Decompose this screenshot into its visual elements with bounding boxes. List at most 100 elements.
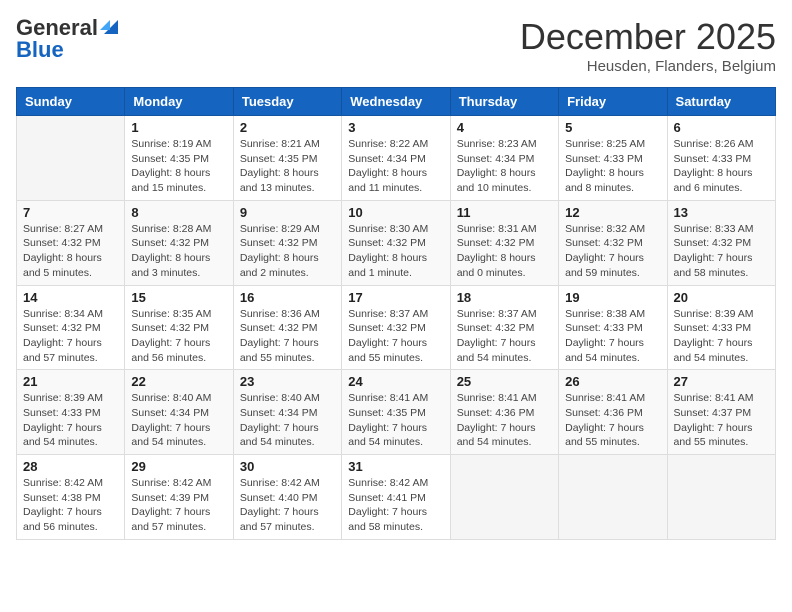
day-number: 27 — [674, 374, 769, 389]
day-info: Sunrise: 8:32 AM Sunset: 4:32 PM Dayligh… — [565, 222, 660, 281]
day-number: 1 — [131, 120, 226, 135]
calendar-cell: 28 Sunrise: 8:42 AM Sunset: 4:38 PM Dayli… — [17, 455, 125, 540]
day-info: Sunrise: 8:41 AM Sunset: 4:35 PM Dayligh… — [348, 391, 443, 450]
weekday-header: Thursday — [450, 88, 558, 116]
calendar-week-row: 7 Sunrise: 8:27 AM Sunset: 4:32 PM Daylig… — [17, 200, 776, 285]
day-info: Sunrise: 8:27 AM Sunset: 4:32 PM Dayligh… — [23, 222, 118, 281]
calendar-week-row: 14 Sunrise: 8:34 AM Sunset: 4:32 PM Dayli… — [17, 285, 776, 370]
calendar-cell: 25Sunrise: 8:41 AM Sunset: 4:36 PM Dayli… — [450, 370, 558, 455]
calendar-cell: 16 Sunrise: 8:36 AM Sunset: 4:32 PM Dayli… — [233, 285, 341, 370]
day-info: Sunrise: 8:31 AM Sunset: 4:32 PM Dayligh… — [457, 222, 552, 281]
day-number: 7 — [23, 205, 118, 220]
calendar-cell: 14 Sunrise: 8:34 AM Sunset: 4:32 PM Dayli… — [17, 285, 125, 370]
day-info: Sunrise: 8:42 AM Sunset: 4:38 PM Dayligh… — [23, 476, 118, 535]
calendar-header-row: SundayMondayTuesdayWednesdayThursdayFrid… — [17, 88, 776, 116]
day-info: Sunrise: 8:41 AM Sunset: 4:37 PM Dayligh… — [674, 391, 769, 450]
page-header: General Blue December 2025 Heusden, Flan… — [16, 16, 776, 75]
day-info: Sunrise: 8:34 AM Sunset: 4:32 PM Dayligh… — [23, 307, 118, 366]
calendar-cell: 3Sunrise: 8:22 AM Sunset: 4:34 PM Daylig… — [342, 116, 450, 201]
weekday-header: Tuesday — [233, 88, 341, 116]
day-info: Sunrise: 8:41 AM Sunset: 4:36 PM Dayligh… — [565, 391, 660, 450]
calendar-cell: 24 Sunrise: 8:41 AM Sunset: 4:35 PM Dayli… — [342, 370, 450, 455]
weekday-header: Sunday — [17, 88, 125, 116]
day-info: Sunrise: 8:29 AM Sunset: 4:32 PM Dayligh… — [240, 222, 335, 281]
calendar-cell: 6 Sunrise: 8:26 AM Sunset: 4:33 PM Daylig… — [667, 116, 775, 201]
day-number: 25 — [457, 374, 552, 389]
calendar-cell: 9 Sunrise: 8:29 AM Sunset: 4:32 PM Daylig… — [233, 200, 341, 285]
calendar-cell: 2 Sunrise: 8:21 AM Sunset: 4:35 PM Daylig… — [233, 116, 341, 201]
weekday-header: Friday — [559, 88, 667, 116]
calendar-cell: 5 Sunrise: 8:25 AM Sunset: 4:33 PM Daylig… — [559, 116, 667, 201]
day-info: Sunrise: 8:39 AM Sunset: 4:33 PM Dayligh… — [674, 307, 769, 366]
day-info: Sunrise: 8:42 AM Sunset: 4:39 PM Dayligh… — [131, 476, 226, 535]
day-number: 26 — [565, 374, 660, 389]
day-info: Sunrise: 8:23 AM Sunset: 4:34 PM Dayligh… — [457, 137, 552, 196]
day-number: 18 — [457, 290, 552, 305]
calendar-cell: 22 Sunrise: 8:40 AM Sunset: 4:34 PM Dayli… — [125, 370, 233, 455]
day-number: 14 — [23, 290, 118, 305]
calendar-cell: 15Sunrise: 8:35 AM Sunset: 4:32 PM Dayli… — [125, 285, 233, 370]
day-number: 9 — [240, 205, 335, 220]
calendar-cell: 12 Sunrise: 8:32 AM Sunset: 4:32 PM Dayli… — [559, 200, 667, 285]
day-number: 19 — [565, 290, 660, 305]
calendar-week-row: 21 Sunrise: 8:39 AM Sunset: 4:33 PM Dayli… — [17, 370, 776, 455]
day-number: 23 — [240, 374, 335, 389]
day-number: 5 — [565, 120, 660, 135]
day-number: 6 — [674, 120, 769, 135]
calendar-cell — [450, 455, 558, 540]
day-number: 30 — [240, 459, 335, 474]
calendar-cell: 10Sunrise: 8:30 AM Sunset: 4:32 PM Dayli… — [342, 200, 450, 285]
day-info: Sunrise: 8:40 AM Sunset: 4:34 PM Dayligh… — [131, 391, 226, 450]
calendar-cell: 21 Sunrise: 8:39 AM Sunset: 4:33 PM Dayli… — [17, 370, 125, 455]
calendar-cell: 20 Sunrise: 8:39 AM Sunset: 4:33 PM Dayli… — [667, 285, 775, 370]
logo-general-text: General — [16, 17, 98, 39]
day-info: Sunrise: 8:26 AM Sunset: 4:33 PM Dayligh… — [674, 137, 769, 196]
day-number: 28 — [23, 459, 118, 474]
calendar-week-row: 1 Sunrise: 8:19 AM Sunset: 4:35 PM Daylig… — [17, 116, 776, 201]
day-info: Sunrise: 8:33 AM Sunset: 4:32 PM Dayligh… — [674, 222, 769, 281]
day-number: 16 — [240, 290, 335, 305]
day-number: 24 — [348, 374, 443, 389]
calendar-cell: 17 Sunrise: 8:37 AM Sunset: 4:32 PM Dayli… — [342, 285, 450, 370]
logo-triangle-icon — [100, 16, 118, 34]
calendar-cell: 1 Sunrise: 8:19 AM Sunset: 4:35 PM Daylig… — [125, 116, 233, 201]
day-info: Sunrise: 8:30 AM Sunset: 4:32 PM Dayligh… — [348, 222, 443, 281]
calendar-cell: 30Sunrise: 8:42 AM Sunset: 4:40 PM Dayli… — [233, 455, 341, 540]
calendar-week-row: 28 Sunrise: 8:42 AM Sunset: 4:38 PM Dayli… — [17, 455, 776, 540]
day-info: Sunrise: 8:39 AM Sunset: 4:33 PM Dayligh… — [23, 391, 118, 450]
day-info: Sunrise: 8:40 AM Sunset: 4:34 PM Dayligh… — [240, 391, 335, 450]
day-number: 12 — [565, 205, 660, 220]
day-number: 29 — [131, 459, 226, 474]
day-number: 2 — [240, 120, 335, 135]
day-info: Sunrise: 8:42 AM Sunset: 4:41 PM Dayligh… — [348, 476, 443, 535]
day-number: 17 — [348, 290, 443, 305]
calendar-cell: 26 Sunrise: 8:41 AM Sunset: 4:36 PM Dayli… — [559, 370, 667, 455]
calendar-cell: 18 Sunrise: 8:37 AM Sunset: 4:32 PM Dayli… — [450, 285, 558, 370]
day-number: 3 — [348, 120, 443, 135]
calendar-cell: 11Sunrise: 8:31 AM Sunset: 4:32 PM Dayli… — [450, 200, 558, 285]
day-number: 15 — [131, 290, 226, 305]
weekday-header: Monday — [125, 88, 233, 116]
day-info: Sunrise: 8:25 AM Sunset: 4:33 PM Dayligh… — [565, 137, 660, 196]
weekday-header: Saturday — [667, 88, 775, 116]
day-number: 22 — [131, 374, 226, 389]
day-info: Sunrise: 8:37 AM Sunset: 4:32 PM Dayligh… — [457, 307, 552, 366]
calendar-cell: 8Sunrise: 8:28 AM Sunset: 4:32 PM Daylig… — [125, 200, 233, 285]
month-title: December 2025 — [520, 16, 776, 58]
day-info: Sunrise: 8:38 AM Sunset: 4:33 PM Dayligh… — [565, 307, 660, 366]
logo-blue-text: Blue — [16, 39, 64, 61]
day-number: 20 — [674, 290, 769, 305]
calendar-cell: 7 Sunrise: 8:27 AM Sunset: 4:32 PM Daylig… — [17, 200, 125, 285]
weekday-header: Wednesday — [342, 88, 450, 116]
day-info: Sunrise: 8:36 AM Sunset: 4:32 PM Dayligh… — [240, 307, 335, 366]
day-info: Sunrise: 8:19 AM Sunset: 4:35 PM Dayligh… — [131, 137, 226, 196]
location-subtitle: Heusden, Flanders, Belgium — [520, 58, 776, 75]
calendar-cell: 29 Sunrise: 8:42 AM Sunset: 4:39 PM Dayli… — [125, 455, 233, 540]
day-number: 8 — [131, 205, 226, 220]
calendar-cell: 27 Sunrise: 8:41 AM Sunset: 4:37 PM Dayli… — [667, 370, 775, 455]
day-number: 21 — [23, 374, 118, 389]
calendar-cell: 31Sunrise: 8:42 AM Sunset: 4:41 PM Dayli… — [342, 455, 450, 540]
day-info: Sunrise: 8:37 AM Sunset: 4:32 PM Dayligh… — [348, 307, 443, 366]
day-info: Sunrise: 8:21 AM Sunset: 4:35 PM Dayligh… — [240, 137, 335, 196]
calendar-cell — [667, 455, 775, 540]
